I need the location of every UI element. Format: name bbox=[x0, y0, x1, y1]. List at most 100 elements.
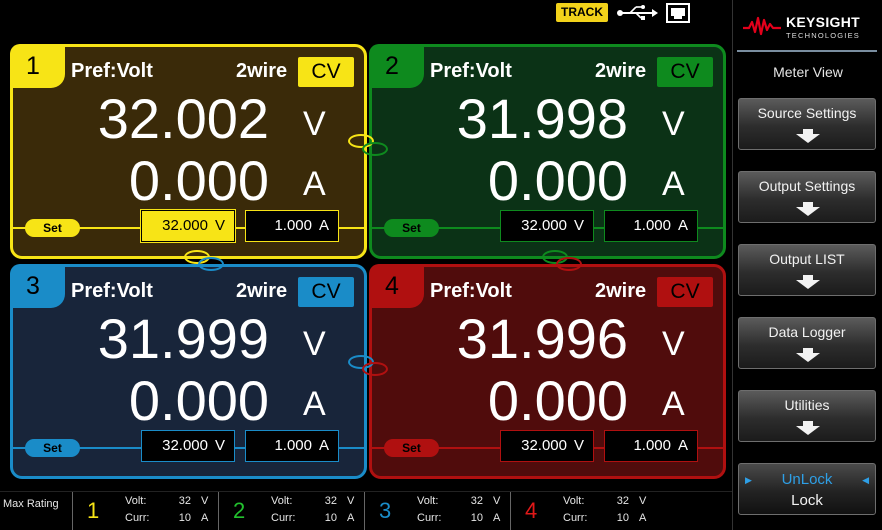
rating-volt-unit: V bbox=[201, 495, 209, 507]
current-setting-unit: A bbox=[677, 437, 688, 454]
voltage-setting-field[interactable]: 32.000 V bbox=[500, 210, 594, 242]
channel-4-panel[interactable]: 4 Pref:Volt 2wire CV 31.996 V 0.000 A Se… bbox=[369, 264, 726, 479]
measured-current: 0.000 bbox=[487, 369, 628, 432]
channel-number: 4 bbox=[369, 264, 424, 308]
rating-volt-label: Volt: bbox=[271, 495, 293, 507]
voltage-setting-field[interactable]: 32.000 V bbox=[140, 209, 236, 243]
current-setting-value: 1.000 bbox=[274, 437, 312, 454]
keysight-wave-icon bbox=[743, 16, 781, 41]
link-1-2-icon bbox=[362, 142, 388, 156]
link-2-4-icon bbox=[556, 257, 582, 271]
data-logger-button[interactable]: Data Logger bbox=[738, 317, 876, 369]
voltage-setting-unit: V bbox=[573, 217, 584, 234]
channel-2-panel[interactable]: 2 Pref:Volt 2wire CV 31.998 V 0.000 A Se… bbox=[369, 44, 726, 259]
output-list-button[interactable]: Output LIST bbox=[738, 244, 876, 296]
current-setting-field[interactable]: 1.000 A bbox=[245, 430, 339, 462]
rating-channel-number: 2 bbox=[233, 498, 246, 523]
measured-current: 0.000 bbox=[487, 149, 628, 212]
usb-icon bbox=[616, 4, 658, 27]
rating-curr-unit: A bbox=[347, 512, 355, 524]
rating-curr-unit: A bbox=[493, 512, 501, 524]
rating-volt-unit: V bbox=[347, 495, 355, 507]
current-setting-field[interactable]: 1.000 A bbox=[245, 210, 339, 242]
voltage-setting-field[interactable]: 32.000 V bbox=[141, 430, 235, 462]
arrow-down-icon bbox=[796, 275, 820, 294]
priority-mode-label: Pref:Volt bbox=[430, 60, 512, 82]
measured-voltage: 31.999 bbox=[97, 307, 269, 370]
voltage-setting-unit: V bbox=[573, 437, 584, 454]
channel-1-panel[interactable]: 1 Pref:Volt 2wire CV 32.002 V 0.000 A Se… bbox=[10, 44, 367, 259]
measured-current: 0.000 bbox=[128, 369, 269, 432]
voltage-unit: V bbox=[303, 105, 326, 143]
lock-option-selected: UnLock bbox=[781, 471, 833, 488]
rating-curr-unit: A bbox=[201, 512, 209, 524]
measured-voltage: 32.002 bbox=[97, 87, 269, 150]
rating-channel-number: 4 bbox=[525, 498, 538, 523]
measured-voltage: 31.998 bbox=[456, 87, 628, 150]
current-setting-field[interactable]: 1.000 A bbox=[604, 430, 698, 462]
rating-channel-number: 3 bbox=[379, 498, 392, 523]
current-setting-value: 1.000 bbox=[633, 437, 671, 454]
voltage-unit: V bbox=[303, 325, 326, 363]
rating-volt-value: 32 bbox=[470, 495, 483, 507]
priority-mode-label: Pref:Volt bbox=[71, 60, 153, 82]
softkey-label: Utilities bbox=[784, 397, 830, 413]
sense-mode-label: 2wire bbox=[236, 280, 288, 302]
voltage-setting-field[interactable]: 32.000 V bbox=[500, 430, 594, 462]
rating-curr-label: Curr: bbox=[417, 512, 442, 524]
measured-current: 0.000 bbox=[128, 149, 269, 212]
utilities-button[interactable]: Utilities bbox=[738, 390, 876, 442]
current-unit: A bbox=[662, 385, 685, 423]
arrow-down-icon bbox=[796, 129, 820, 148]
sense-mode-label: 2wire bbox=[236, 60, 288, 82]
status-bar: TRACK bbox=[0, 0, 732, 28]
channel-number: 1 bbox=[10, 44, 65, 88]
rating-channel-2: 2 Volt: 32 V Curr: 10 A bbox=[218, 492, 366, 530]
brand-logo: KEYSIGHT TECHNOLOGIES bbox=[743, 10, 878, 44]
current-unit: A bbox=[303, 165, 326, 203]
rating-curr-value: 10 bbox=[470, 512, 483, 524]
voltage-setting-value: 32.000 bbox=[521, 217, 567, 234]
current-unit: A bbox=[303, 385, 326, 423]
current-setting-field[interactable]: 1.000 A bbox=[604, 210, 698, 242]
voltage-unit: V bbox=[662, 325, 685, 363]
softkey-label: Output Settings bbox=[758, 178, 856, 194]
voltage-setting-unit: V bbox=[214, 437, 225, 454]
softkey-sidebar: KEYSIGHT TECHNOLOGIES Meter View Source … bbox=[732, 0, 882, 530]
rating-channel-1: 1 Volt: 32 V Curr: 10 A bbox=[72, 492, 220, 530]
set-label: Set bbox=[384, 219, 439, 237]
track-indicator: TRACK bbox=[556, 3, 608, 22]
max-rating-bar: Max Rating 1 Volt: 32 V Curr: 10 A 2 Vol… bbox=[0, 491, 732, 530]
rating-curr-unit: A bbox=[639, 512, 647, 524]
rating-curr-label: Curr: bbox=[563, 512, 588, 524]
lock-toggle-button[interactable]: ▶ UnLock ◀ Lock bbox=[738, 463, 876, 515]
softkey-label: Output LIST bbox=[769, 251, 845, 267]
channel-number: 2 bbox=[369, 44, 424, 88]
sense-mode-label: 2wire bbox=[595, 280, 647, 302]
lock-option-other: Lock bbox=[791, 492, 823, 509]
rating-volt-label: Volt: bbox=[417, 495, 439, 507]
rating-curr-label: Curr: bbox=[271, 512, 296, 524]
output-settings-button[interactable]: Output Settings bbox=[738, 171, 876, 223]
channel-3-panel[interactable]: 3 Pref:Volt 2wire CV 31.999 V 0.000 A Se… bbox=[10, 264, 367, 479]
triangle-left-icon: ◀ bbox=[862, 475, 869, 485]
voltage-unit: V bbox=[662, 105, 685, 143]
link-1-3-icon bbox=[198, 257, 224, 271]
current-setting-unit: A bbox=[677, 217, 688, 234]
source-settings-button[interactable]: Source Settings bbox=[738, 98, 876, 150]
arrow-down-icon bbox=[796, 348, 820, 367]
rating-volt-value: 32 bbox=[616, 495, 629, 507]
rating-volt-value: 32 bbox=[178, 495, 191, 507]
max-rating-label: Max Rating bbox=[3, 498, 59, 510]
regulation-mode-badge: CV bbox=[657, 57, 713, 87]
regulation-mode-badge: CV bbox=[298, 57, 354, 87]
link-3-4-icon bbox=[362, 362, 388, 376]
priority-mode-label: Pref:Volt bbox=[430, 280, 512, 302]
current-setting-value: 1.000 bbox=[274, 217, 312, 234]
rating-curr-value: 10 bbox=[178, 512, 191, 524]
set-label: Set bbox=[384, 439, 439, 457]
rating-curr-value: 10 bbox=[616, 512, 629, 524]
current-setting-unit: A bbox=[318, 217, 329, 234]
softkey-label: Source Settings bbox=[757, 105, 857, 121]
softkey-label: Data Logger bbox=[768, 324, 846, 340]
